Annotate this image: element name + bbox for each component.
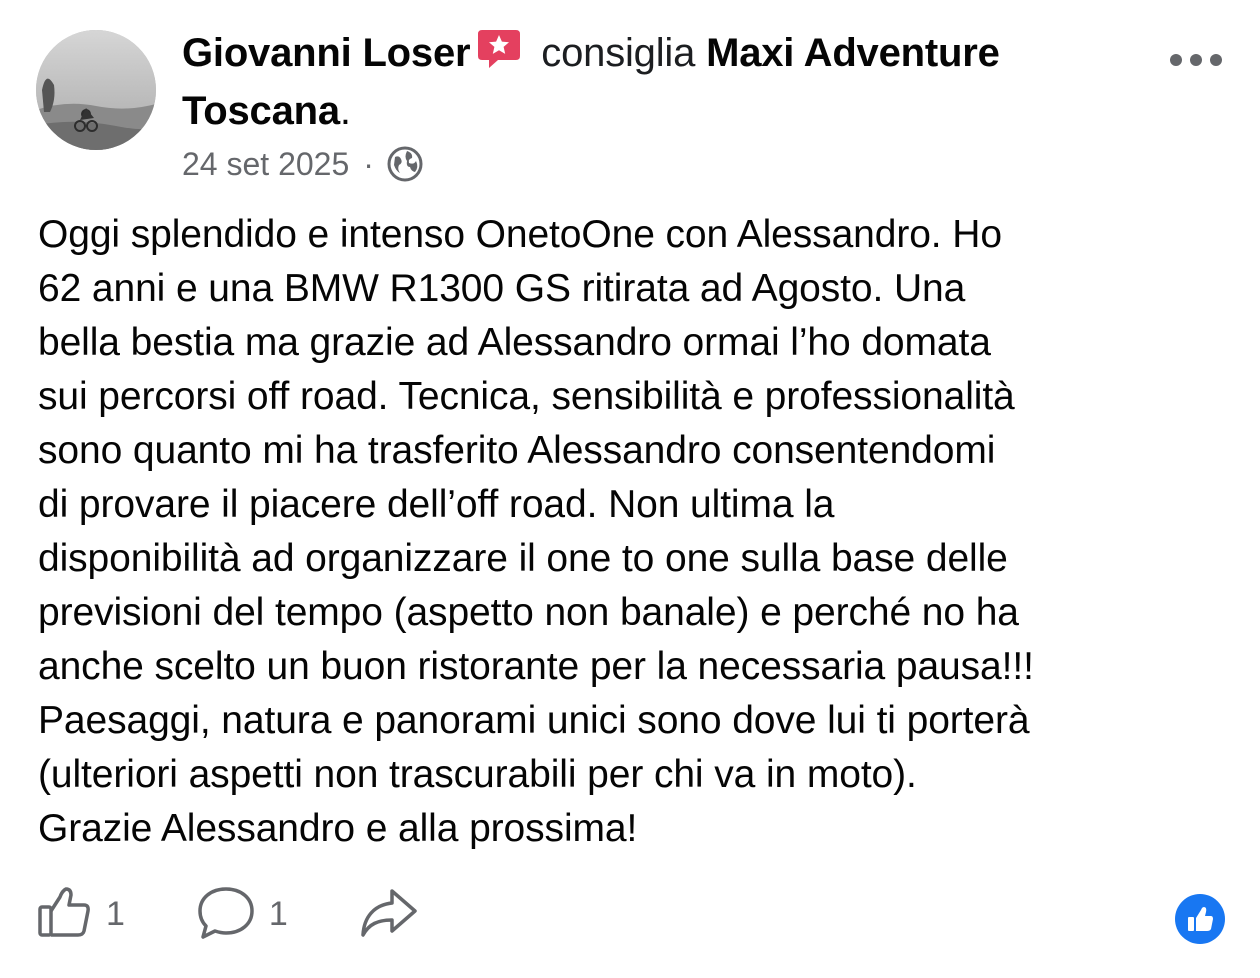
more-options-button[interactable] <box>1170 48 1222 68</box>
thumbs-up-icon <box>36 883 94 946</box>
post-date[interactable]: 24 set 2025 <box>182 144 349 184</box>
like-count: 1 <box>106 894 125 933</box>
post-body-line: disponibilità ad organizzare il one to o… <box>38 537 1008 580</box>
share-arrow-icon <box>358 883 420 946</box>
post-body-line: di provare il piacere dell’off road. Non… <box>38 483 835 526</box>
globe-icon <box>386 145 424 183</box>
share-button[interactable] <box>358 883 420 946</box>
post-body-line: bella bestia ma grazie ad Alessandro orm… <box>38 321 991 364</box>
header-period: . <box>339 89 351 133</box>
author-name[interactable]: Giovanni Loser <box>182 31 471 75</box>
avatar-photo <box>36 30 156 150</box>
post-body-line: Oggi splendido e intenso OnetoOne con Al… <box>38 213 1002 256</box>
comment-bubble-icon <box>195 883 257 946</box>
post-body-line: previsioni del tempo (aspetto non banale… <box>38 591 1019 634</box>
post-body-line: (ulteriori aspetti non trascurabili per … <box>38 753 917 796</box>
more-dot-icon <box>1190 54 1202 66</box>
post-body-line: 62 anni e una BMW R1300 GS ritirata ad A… <box>38 267 966 310</box>
more-dot-icon <box>1210 54 1222 66</box>
like-reaction-icon[interactable] <box>1175 894 1225 944</box>
post-header: Giovanni Loser consiglia Maxi Adventure … <box>182 24 1142 140</box>
more-dot-icon <box>1170 54 1182 66</box>
post-body-line: sui percorsi off road. Tecnica, sensibil… <box>38 375 1015 418</box>
author-avatar[interactable] <box>36 30 156 150</box>
comment-count: 1 <box>268 894 288 933</box>
meta-separator: · <box>363 146 374 182</box>
post-body-line: sono quanto mi ha trasferito Alessandro … <box>38 429 996 472</box>
post-meta: 24 set 2025 · <box>182 144 424 184</box>
post-body-line: Grazie Alessandro e alla prossima! <box>38 807 638 850</box>
recommends-verb: consiglia <box>541 31 696 75</box>
post-body-line: Paesaggi, natura e panorami unici sono d… <box>38 699 1030 742</box>
post-body-line: anche scelto un buon ristorante per la n… <box>38 645 1034 688</box>
post-body: Oggi splendido e intenso OnetoOne con Al… <box>38 208 1238 856</box>
recommendation-star-icon <box>476 26 522 72</box>
comment-button[interactable]: 1 <box>195 883 288 946</box>
post-actions: 1 1 <box>36 884 490 944</box>
like-button[interactable]: 1 <box>36 883 125 946</box>
